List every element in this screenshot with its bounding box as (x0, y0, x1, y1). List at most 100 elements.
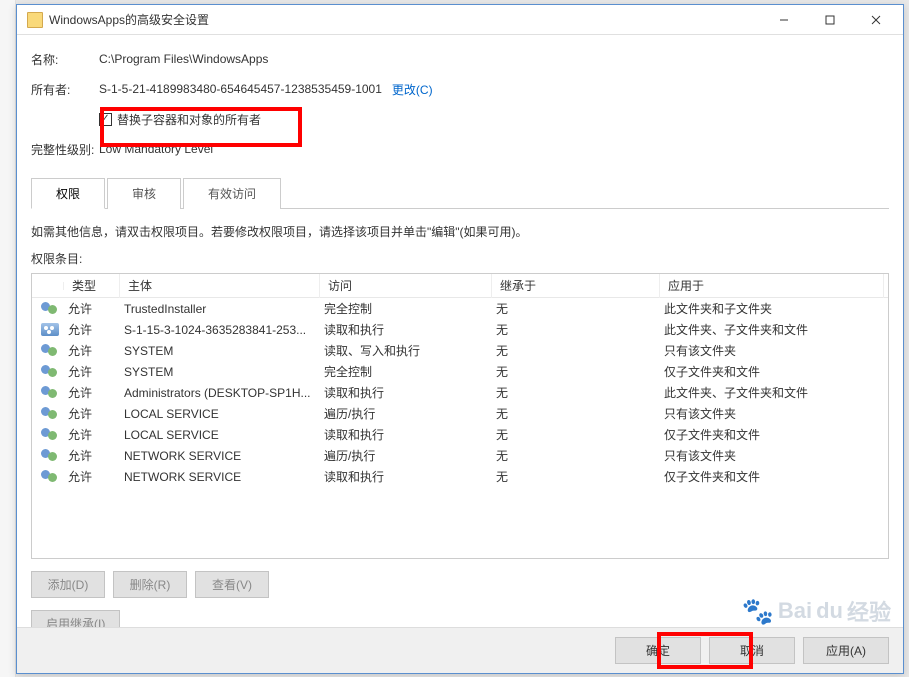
cell-apply: 此文件夹和子文件夹 (660, 300, 884, 317)
cell-subject: TrustedInstaller (120, 302, 320, 316)
security-dialog: WindowsApps的高级安全设置 名称: C:\Program Files\… (16, 4, 904, 674)
cell-access: 遍历/执行 (320, 405, 492, 422)
table-row[interactable]: 允许S-1-15-3-1024-3635283841-253...读取和执行无此… (32, 319, 888, 340)
cell-type: 允许 (64, 363, 120, 380)
table-row[interactable]: 允许Administrators (DESKTOP-SP1H...读取和执行无此… (32, 382, 888, 403)
table-header: 类型 主体 访问 继承于 应用于 (32, 274, 888, 298)
cell-inherit: 无 (492, 342, 660, 359)
cell-type: 允许 (64, 447, 120, 464)
cell-inherit: 无 (492, 468, 660, 485)
replace-owner-label: 替换子容器和对象的所有者 (117, 111, 261, 128)
tab-permissions[interactable]: 权限 (31, 178, 105, 209)
cell-inherit: 无 (492, 363, 660, 380)
cell-subject: NETWORK SERVICE (120, 449, 320, 463)
cell-apply: 此文件夹、子文件夹和文件 (660, 384, 884, 401)
cell-apply: 仅子文件夹和文件 (660, 468, 884, 485)
name-value: C:\Program Files\WindowsApps (99, 52, 268, 66)
cell-access: 遍历/执行 (320, 447, 492, 464)
add-button[interactable]: 添加(D) (31, 571, 105, 598)
cell-subject: SYSTEM (120, 344, 320, 358)
principal-icon (41, 470, 59, 483)
minimize-button[interactable] (761, 6, 807, 34)
cell-access: 完全控制 (320, 363, 492, 380)
replace-owner-checkbox[interactable]: 替换子容器和对象的所有者 (99, 111, 261, 128)
cell-apply: 只有该文件夹 (660, 447, 884, 464)
cell-apply: 仅子文件夹和文件 (660, 363, 884, 380)
owner-label: 所有者: (31, 81, 99, 98)
entries-label: 权限条目: (31, 250, 889, 267)
owner-value: S-1-5-21-4189983480-654645457-1238535459… (99, 82, 382, 96)
change-owner-link[interactable]: 更改(C) (392, 81, 433, 98)
table-row[interactable]: 允许SYSTEM读取、写入和执行无只有该文件夹 (32, 340, 888, 361)
cell-subject: SYSTEM (120, 365, 320, 379)
watermark: 🐾 Baidu 经验 (741, 595, 891, 627)
permissions-table: 类型 主体 访问 继承于 应用于 允许TrustedInstaller完全控制无… (31, 273, 889, 559)
table-row[interactable]: 允许TrustedInstaller完全控制无此文件夹和子文件夹 (32, 298, 888, 319)
col-access[interactable]: 访问 (320, 273, 492, 298)
tab-audit[interactable]: 审核 (107, 178, 181, 209)
paw-icon: 🐾 (741, 596, 773, 627)
cell-access: 完全控制 (320, 300, 492, 317)
dialog-footer: 确定 取消 应用(A) (17, 627, 903, 673)
principal-icon (41, 344, 59, 357)
principal-icon (41, 302, 59, 315)
table-row[interactable]: 允许SYSTEM完全控制无仅子文件夹和文件 (32, 361, 888, 382)
apply-button[interactable]: 应用(A) (803, 637, 889, 664)
cell-apply: 只有该文件夹 (660, 405, 884, 422)
principal-icon (41, 449, 59, 462)
cell-inherit: 无 (492, 426, 660, 443)
checkbox-icon (99, 113, 112, 126)
cell-access: 读取、写入和执行 (320, 342, 492, 359)
col-type[interactable]: 类型 (64, 273, 120, 298)
principal-icon (41, 407, 59, 420)
cell-inherit: 无 (492, 384, 660, 401)
cell-type: 允许 (64, 468, 120, 485)
titlebar: WindowsApps的高级安全设置 (17, 5, 903, 35)
cell-type: 允许 (64, 342, 120, 359)
cell-type: 允许 (64, 300, 120, 317)
maximize-button[interactable] (807, 6, 853, 34)
table-row[interactable]: 允许LOCAL SERVICE遍历/执行无只有该文件夹 (32, 403, 888, 424)
cell-inherit: 无 (492, 300, 660, 317)
table-row[interactable]: 允许NETWORK SERVICE读取和执行无仅子文件夹和文件 (32, 466, 888, 487)
principal-icon (41, 323, 59, 336)
table-row[interactable]: 允许LOCAL SERVICE读取和执行无仅子文件夹和文件 (32, 424, 888, 445)
cell-apply: 只有该文件夹 (660, 342, 884, 359)
principal-icon (41, 365, 59, 378)
cell-access: 读取和执行 (320, 426, 492, 443)
cell-subject: Administrators (DESKTOP-SP1H... (120, 386, 320, 400)
cell-apply: 仅子文件夹和文件 (660, 426, 884, 443)
cell-subject: NETWORK SERVICE (120, 470, 320, 484)
cell-access: 读取和执行 (320, 468, 492, 485)
integrity-value: Low Mandatory Level (99, 142, 213, 156)
tab-strip: 权限 审核 有效访问 (31, 177, 889, 209)
cell-inherit: 无 (492, 405, 660, 422)
col-apply[interactable]: 应用于 (660, 273, 884, 298)
ok-button[interactable]: 确定 (615, 637, 701, 664)
table-row[interactable]: 允许NETWORK SERVICE遍历/执行无只有该文件夹 (32, 445, 888, 466)
cell-inherit: 无 (492, 447, 660, 464)
cell-access: 读取和执行 (320, 384, 492, 401)
cell-type: 允许 (64, 426, 120, 443)
folder-icon (27, 12, 43, 28)
col-inherit[interactable]: 继承于 (492, 273, 660, 298)
cell-type: 允许 (64, 384, 120, 401)
name-label: 名称: (31, 51, 99, 68)
tab-effective-access[interactable]: 有效访问 (183, 178, 281, 209)
principal-icon (41, 428, 59, 441)
cancel-button[interactable]: 取消 (709, 637, 795, 664)
cell-subject: LOCAL SERVICE (120, 407, 320, 421)
cell-inherit: 无 (492, 321, 660, 338)
integrity-label: 完整性级别: (31, 141, 99, 158)
close-button[interactable] (853, 6, 899, 34)
col-subject[interactable]: 主体 (120, 273, 320, 298)
instructions-text: 如需其他信息，请双击权限项目。若要修改权限项目，请选择该项目并单击"编辑"(如果… (31, 223, 889, 240)
principal-icon (41, 386, 59, 399)
cell-subject: LOCAL SERVICE (120, 428, 320, 442)
view-button: 查看(V) (195, 571, 269, 598)
cell-access: 读取和执行 (320, 321, 492, 338)
remove-button: 删除(R) (113, 571, 187, 598)
cell-apply: 此文件夹、子文件夹和文件 (660, 321, 884, 338)
cell-type: 允许 (64, 321, 120, 338)
window-title: WindowsApps的高级安全设置 (49, 11, 761, 28)
